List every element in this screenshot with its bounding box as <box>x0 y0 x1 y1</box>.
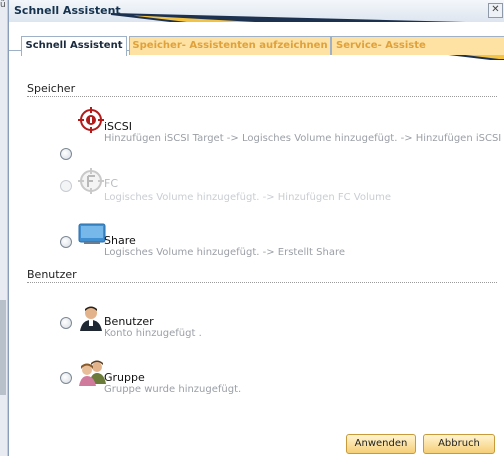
radio-share[interactable] <box>60 236 72 248</box>
option-desc-benutzer: Konto hinzugefügt . <box>104 328 202 339</box>
group-icon <box>79 360 106 386</box>
user-icon <box>80 306 102 331</box>
radio-iscsi[interactable] <box>60 148 72 160</box>
dialog-title: Schnell Assistent <box>14 4 121 17</box>
wizard-dialog: Schnell Assistent ✕ Schnell Assistent Sp… <box>8 0 504 456</box>
title-bar[interactable]: Schnell Assistent ✕ <box>9 0 504 23</box>
wizard-content: Speicher iSCSI Hinzufügen iSCSI Target -… <box>9 52 504 456</box>
fc-icon <box>78 168 104 194</box>
tab-bar: Schnell Assistent Speicher- Assistenten … <box>9 22 504 56</box>
radio-gruppe[interactable] <box>60 372 72 384</box>
option-name-fc: FC <box>104 177 119 190</box>
option-name-gruppe: Gruppe <box>104 371 145 384</box>
option-name-iscsi: iSCSI <box>104 120 132 133</box>
section-divider <box>27 96 497 97</box>
background-glyph: ü <box>0 0 6 10</box>
option-desc-fc: Logisches Volume hinzugefügt. -> Hinzufü… <box>104 192 391 203</box>
cancel-button[interactable]: Abbruch <box>423 434 495 454</box>
iscsi-target-icon <box>78 107 104 133</box>
radio-fc[interactable] <box>60 180 72 192</box>
radio-benutzer[interactable] <box>60 317 72 329</box>
share-folder-icon <box>78 223 106 244</box>
background-window-strip: ü <box>0 0 8 456</box>
option-desc-gruppe: Gruppe wurde hinzugefügt. <box>104 384 242 395</box>
section-title-storage: Speicher <box>27 82 76 95</box>
section-divider <box>27 282 497 283</box>
apply-button[interactable]: Anwenden <box>346 434 416 454</box>
close-button[interactable]: ✕ <box>488 3 503 18</box>
option-name-share: Share <box>104 234 136 247</box>
option-name-benutzer: Benutzer <box>104 315 154 328</box>
background-element <box>0 300 6 395</box>
option-desc-share: Logisches Volume hinzugefügt. -> Erstell… <box>104 247 346 258</box>
section-title-users: Benutzer <box>27 268 77 281</box>
option-desc-iscsi: Hinzufügen iSCSI Target -> Logisches Vol… <box>104 133 502 144</box>
